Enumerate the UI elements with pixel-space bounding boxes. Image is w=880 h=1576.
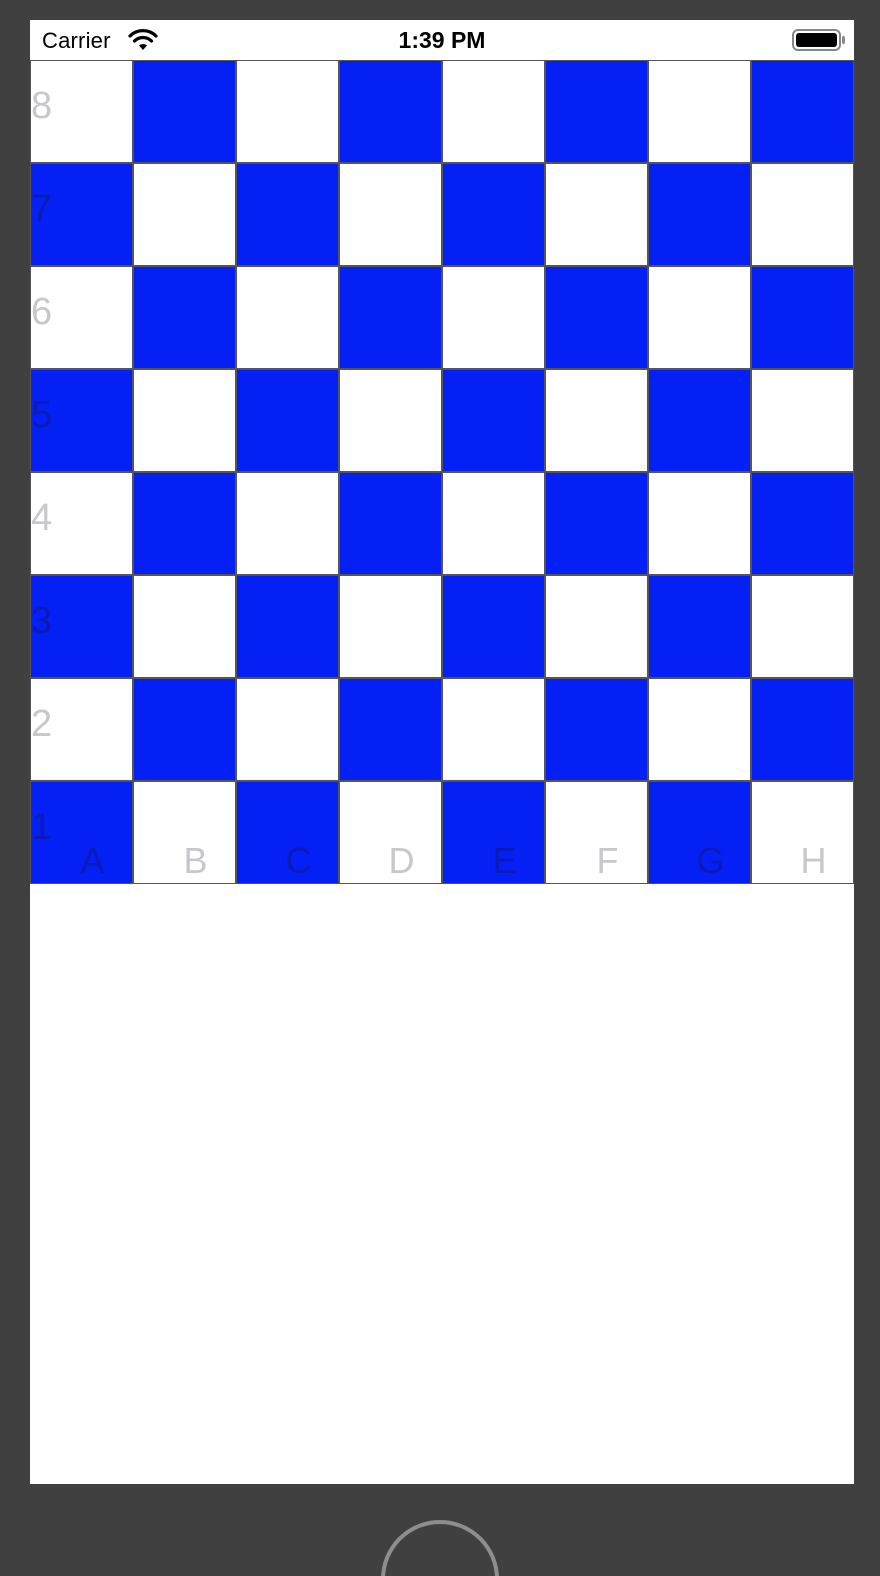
square-f7[interactable] <box>545 163 648 266</box>
square-d5[interactable] <box>339 369 442 472</box>
rank-label: 6 <box>31 291 53 333</box>
square-f4[interactable] <box>545 472 648 575</box>
file-label: A <box>80 840 105 881</box>
file-label: H <box>800 840 827 881</box>
square-a5[interactable]: 5 <box>30 369 133 472</box>
square-e2[interactable] <box>442 678 545 781</box>
rank-label: 5 <box>31 394 53 436</box>
square-h1[interactable]: H <box>751 781 854 884</box>
square-g1[interactable]: G <box>648 781 751 884</box>
square-e8[interactable] <box>442 60 545 163</box>
square-b6[interactable] <box>133 266 236 369</box>
square-c8[interactable] <box>236 60 339 163</box>
square-h3[interactable] <box>751 575 854 678</box>
home-button[interactable] <box>381 1520 499 1576</box>
square-c1[interactable]: C <box>236 781 339 884</box>
square-c4[interactable] <box>236 472 339 575</box>
rank-label: 4 <box>31 497 53 539</box>
square-b7[interactable] <box>133 163 236 266</box>
chess-board: 8 7 6 5 4 3 2 1A B C D E F G H <box>30 60 854 884</box>
square-f3[interactable] <box>545 575 648 678</box>
square-b5[interactable] <box>133 369 236 472</box>
rank-label: 1 <box>31 806 53 848</box>
square-f2[interactable] <box>545 678 648 781</box>
square-c3[interactable] <box>236 575 339 678</box>
square-g2[interactable] <box>648 678 751 781</box>
battery-icon <box>792 29 846 51</box>
square-e5[interactable] <box>442 369 545 472</box>
device-frame: Carrier 1:39 PM 8 7 6 5 4 3 2 1A B C D E F G H <box>0 0 880 1576</box>
app-screen: Carrier 1:39 PM 8 7 6 5 4 3 2 1A B C D E F G H <box>30 20 854 1484</box>
square-e7[interactable] <box>442 163 545 266</box>
square-c2[interactable] <box>236 678 339 781</box>
square-d7[interactable] <box>339 163 442 266</box>
rank-label: 3 <box>31 600 53 642</box>
square-b8[interactable] <box>133 60 236 163</box>
square-e1[interactable]: E <box>442 781 545 884</box>
square-g3[interactable] <box>648 575 751 678</box>
square-a7[interactable]: 7 <box>30 163 133 266</box>
status-bar: Carrier 1:39 PM <box>30 20 854 60</box>
file-label: D <box>388 840 415 881</box>
file-label: E <box>492 840 517 881</box>
square-d1[interactable]: D <box>339 781 442 884</box>
square-d6[interactable] <box>339 266 442 369</box>
square-d4[interactable] <box>339 472 442 575</box>
square-g4[interactable] <box>648 472 751 575</box>
square-e3[interactable] <box>442 575 545 678</box>
square-h8[interactable] <box>751 60 854 163</box>
square-h6[interactable] <box>751 266 854 369</box>
square-g6[interactable] <box>648 266 751 369</box>
file-label: G <box>696 840 725 881</box>
square-a4[interactable]: 4 <box>30 472 133 575</box>
file-label: B <box>183 840 208 881</box>
square-b4[interactable] <box>133 472 236 575</box>
square-f5[interactable] <box>545 369 648 472</box>
square-f1[interactable]: F <box>545 781 648 884</box>
square-a3[interactable]: 3 <box>30 575 133 678</box>
square-a6[interactable]: 6 <box>30 266 133 369</box>
square-a8[interactable]: 8 <box>30 60 133 163</box>
square-c5[interactable] <box>236 369 339 472</box>
square-f6[interactable] <box>545 266 648 369</box>
square-f8[interactable] <box>545 60 648 163</box>
square-h2[interactable] <box>751 678 854 781</box>
square-b1[interactable]: B <box>133 781 236 884</box>
rank-label: 8 <box>31 85 53 127</box>
square-g7[interactable] <box>648 163 751 266</box>
square-c6[interactable] <box>236 266 339 369</box>
square-d8[interactable] <box>339 60 442 163</box>
square-a2[interactable]: 2 <box>30 678 133 781</box>
file-label: C <box>285 840 312 881</box>
square-b2[interactable] <box>133 678 236 781</box>
square-c7[interactable] <box>236 163 339 266</box>
square-e4[interactable] <box>442 472 545 575</box>
square-g5[interactable] <box>648 369 751 472</box>
rank-label: 2 <box>31 703 53 745</box>
rank-label: 7 <box>31 188 53 230</box>
square-h4[interactable] <box>751 472 854 575</box>
square-d3[interactable] <box>339 575 442 678</box>
file-label: F <box>596 840 619 881</box>
square-g8[interactable] <box>648 60 751 163</box>
square-a1[interactable]: 1A <box>30 781 133 884</box>
square-e6[interactable] <box>442 266 545 369</box>
square-d2[interactable] <box>339 678 442 781</box>
square-h7[interactable] <box>751 163 854 266</box>
square-b3[interactable] <box>133 575 236 678</box>
status-time: 1:39 PM <box>398 27 486 53</box>
square-h5[interactable] <box>751 369 854 472</box>
